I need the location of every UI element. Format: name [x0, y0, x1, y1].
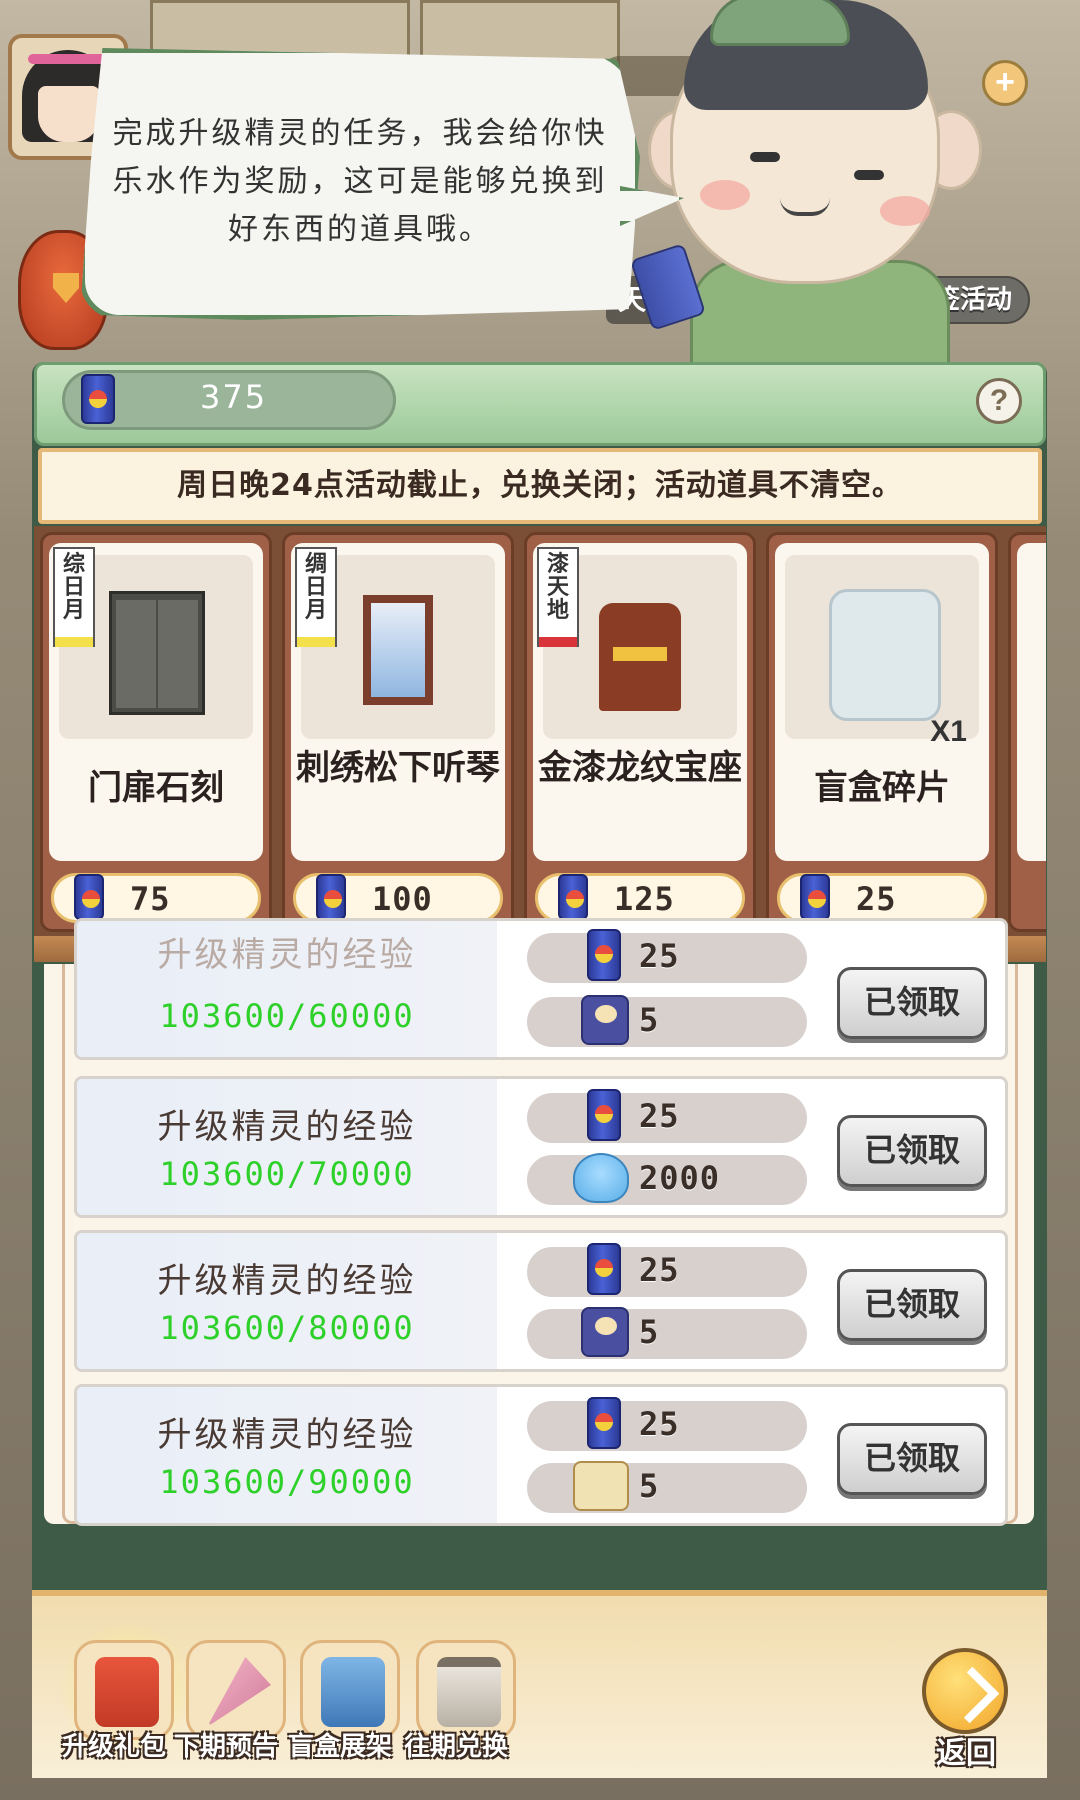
shop-item-card[interactable]: 漆天地 金漆龙纹宝座 125	[524, 532, 756, 932]
reward-amount: 25	[639, 1097, 680, 1135]
item-price: 100	[372, 880, 433, 918]
cat-food-icon	[581, 1307, 629, 1357]
shop-item-card-partial[interactable]	[1008, 532, 1046, 932]
item-price: 125	[614, 880, 675, 918]
past-exchange-label: 往期兑换	[403, 1732, 508, 1762]
task-progress: 103600/60000	[159, 997, 415, 1035]
npc-dialog-text: 完成升级精灵的任务，我会给你快乐水作为奖励，这可是能够兑换到好东西的道具哦。	[112, 116, 608, 247]
task-row: 升级精灵的经验 103600/60000 25 5 已领取	[74, 918, 1008, 1060]
price-button[interactable]: 100	[293, 873, 503, 923]
reward-pill: 25	[527, 929, 807, 983]
shop-item-card[interactable]: 绸日月 刺绣松下听琴 100	[282, 532, 514, 932]
reward-amount: 5	[639, 1001, 660, 1039]
reward-amount: 5	[639, 1467, 660, 1505]
task-title: 升级精灵的经验	[157, 1415, 417, 1455]
calendar-exchange-icon	[437, 1657, 501, 1727]
soda-can-icon	[587, 1243, 621, 1295]
item-price: 25	[856, 880, 897, 918]
item-quantity: X1	[930, 715, 967, 748]
ticket-icon	[573, 1461, 629, 1511]
display-shelf-icon	[321, 1657, 385, 1727]
claimed-button[interactable]: 已领取	[837, 1269, 987, 1341]
soda-can-icon	[74, 874, 104, 920]
slime-icon	[573, 1153, 629, 1203]
task-row: 升级精灵的经验 103600/80000 25 5 已领取	[74, 1230, 1008, 1372]
task-row: 升级精灵的经验 103600/70000 25 2000 已领取	[74, 1076, 1008, 1218]
back-button[interactable]	[922, 1648, 1008, 1734]
price-button[interactable]: 75	[51, 873, 261, 923]
reward-pill: 2000	[527, 1153, 807, 1205]
task-progress: 103600/70000	[159, 1155, 415, 1193]
soda-can-icon	[800, 874, 830, 920]
reward-pill: 5	[527, 1461, 807, 1513]
task-title: 升级精灵的经验	[157, 935, 417, 975]
item-image: X1	[785, 555, 979, 748]
shop-item-card[interactable]: X1 盲盒碎片 25	[766, 532, 998, 932]
npc-character	[629, 0, 1000, 370]
reward-pill: 5	[527, 995, 807, 1047]
next-preview-button[interactable]	[186, 1640, 286, 1740]
help-button[interactable]: ?	[976, 378, 1022, 424]
blind-box-fragment-icon	[829, 589, 941, 721]
currency-amount: 375	[200, 378, 268, 416]
back-label: 返回	[936, 1736, 996, 1771]
item-name: 刺绣松下听琴	[296, 748, 500, 788]
soda-can-icon	[587, 929, 621, 981]
shop-item-card[interactable]: 综日月 门扉石刻 75	[40, 532, 272, 932]
reward-pill: 25	[527, 1397, 807, 1451]
reward-pill: 25	[527, 1089, 807, 1143]
cat-food-icon	[581, 995, 629, 1045]
task-row: 升级精灵的经验 103600/90000 25 5 已领取	[74, 1384, 1008, 1526]
item-price: 75	[130, 880, 171, 918]
embroidery-painting-icon	[363, 595, 433, 705]
reward-pill: 25	[527, 1243, 807, 1297]
upgrade-gift-button[interactable]	[74, 1640, 174, 1740]
item-tag: 绸日月	[295, 547, 337, 647]
claimed-button[interactable]: 已领取	[837, 1423, 987, 1495]
soda-can-icon	[587, 1397, 621, 1449]
past-exchange-button[interactable]	[416, 1640, 516, 1740]
blind-box-shelf-button[interactable]	[300, 1640, 400, 1740]
reward-amount: 2000	[639, 1159, 721, 1197]
gift-box-icon	[95, 1657, 159, 1727]
task-title: 升级精灵的经验	[157, 1107, 417, 1147]
reward-amount: 25	[639, 937, 680, 975]
soda-can-icon	[81, 374, 115, 424]
soda-can-icon	[587, 1089, 621, 1141]
soda-can-icon	[316, 874, 346, 920]
task-title: 升级精灵的经验	[157, 1261, 417, 1301]
exchange-shop-row[interactable]: 综日月 门扉石刻 75 绸日月 刺绣松下听琴 100 漆天地 金漆龙纹宝座 12…	[34, 526, 1046, 936]
item-tag: 漆天地	[537, 547, 579, 647]
task-progress: 103600/90000	[159, 1463, 415, 1501]
item-name: 门扉石刻	[88, 768, 224, 808]
item-tag: 综日月	[53, 547, 95, 647]
soda-can-icon	[558, 874, 588, 920]
reward-amount: 25	[639, 1251, 680, 1289]
panel-bottom-edge	[32, 1530, 1047, 1590]
price-button[interactable]: 125	[535, 873, 745, 923]
reward-amount: 5	[639, 1313, 660, 1351]
stone-door-icon	[109, 591, 205, 715]
claimed-button[interactable]: 已领取	[837, 967, 987, 1039]
throne-icon	[599, 603, 681, 711]
claimed-button[interactable]: 已领取	[837, 1115, 987, 1187]
task-progress: 103600/80000	[159, 1309, 415, 1347]
horn-icon	[207, 1657, 271, 1727]
reward-pill: 5	[527, 1307, 807, 1359]
price-button[interactable]: 25	[777, 873, 987, 923]
reward-amount: 25	[639, 1405, 680, 1443]
item-name: 金漆龙纹宝座	[538, 748, 742, 788]
item-name: 盲盒碎片	[814, 768, 950, 808]
notice-text: 周日晚24点活动截止，兑换关闭；活动道具不清空。	[177, 468, 903, 503]
